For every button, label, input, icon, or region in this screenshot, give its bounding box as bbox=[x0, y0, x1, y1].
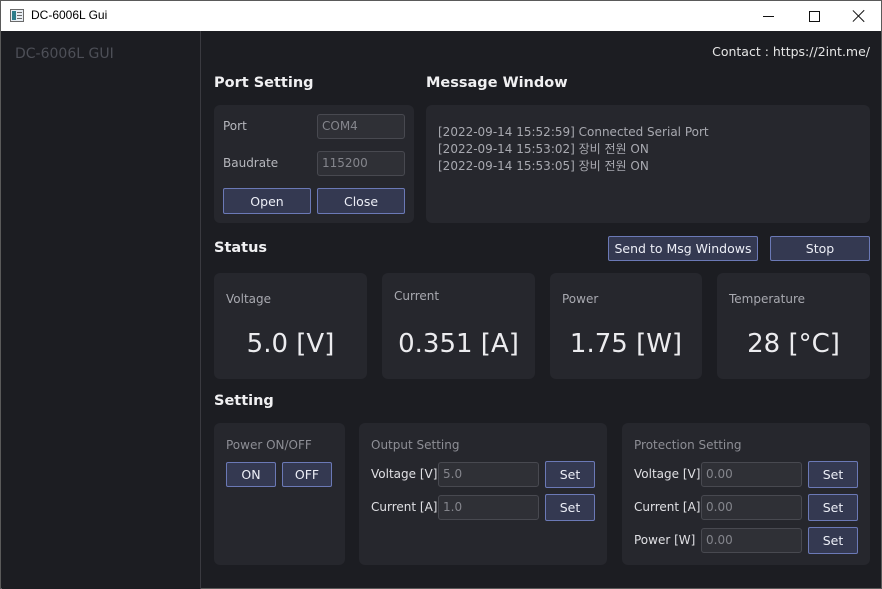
output-current-set-button[interactable]: Set bbox=[545, 494, 595, 521]
current-status-card: Current 0.351 [A] bbox=[382, 273, 535, 379]
send-to-msg-button[interactable]: Send to Msg Windows bbox=[608, 236, 758, 261]
power-status-value: 1.75 [W] bbox=[569, 329, 683, 359]
port-label: Port bbox=[223, 119, 247, 133]
protection-setting-title: Protection Setting bbox=[634, 438, 742, 452]
output-setting-title: Output Setting bbox=[371, 438, 460, 452]
protection-voltage-label: Voltage [V] bbox=[634, 467, 701, 481]
voltage-status-card: Voltage 5.0 [V] bbox=[214, 273, 367, 379]
title-bar: DC-6006L Gui bbox=[1, 1, 881, 31]
temperature-status-card: Temperature 28 [°C] bbox=[717, 273, 870, 379]
voltage-status-label: Voltage bbox=[226, 292, 272, 306]
power-onoff-title: Power ON/OFF bbox=[226, 438, 312, 452]
minimize-button[interactable] bbox=[745, 1, 791, 31]
current-status-label: Current bbox=[394, 289, 440, 303]
window-title: DC-6006L Gui bbox=[31, 8, 108, 22]
close-port-button[interactable]: Close bbox=[317, 188, 405, 214]
temperature-status-label: Temperature bbox=[729, 292, 806, 306]
message-log: [2022-09-14 15:52:59] Connected Serial P… bbox=[438, 124, 709, 175]
message-line: [2022-09-14 15:53:05] 장비 전원 ON bbox=[438, 159, 649, 173]
power-status-card: Power 1.75 [W] bbox=[550, 273, 702, 379]
protection-power-set-button[interactable]: Set bbox=[808, 527, 858, 554]
minimize-icon bbox=[762, 15, 774, 17]
app-window: DC-6006L Gui DC-6006L GUI Contact : http… bbox=[0, 0, 882, 589]
output-current-label: Current [A] bbox=[371, 500, 438, 514]
protection-voltage-set-button[interactable]: Set bbox=[808, 461, 858, 488]
contact-link[interactable]: Contact : https://2int.me/ bbox=[712, 44, 870, 59]
message-window-panel: [2022-09-14 15:52:59] Connected Serial P… bbox=[426, 105, 870, 223]
power-on-button[interactable]: ON bbox=[226, 462, 276, 487]
close-window-button[interactable] bbox=[836, 1, 882, 31]
sidebar-brand: DC-6006L GUI bbox=[15, 46, 114, 62]
protection-current-input[interactable]: 0.00 bbox=[701, 495, 802, 520]
status-title: Status bbox=[214, 240, 268, 256]
protection-current-set-button[interactable]: Set bbox=[808, 494, 858, 521]
current-status-value: 0.351 [A] bbox=[398, 329, 519, 359]
port-setting-title: Port Setting bbox=[214, 75, 314, 91]
baudrate-field[interactable]: 115200 bbox=[317, 151, 405, 176]
message-window-title: Message Window bbox=[426, 75, 568, 91]
open-port-button[interactable]: Open bbox=[223, 188, 311, 214]
output-voltage-label: Voltage [V] bbox=[371, 467, 438, 481]
message-line: [2022-09-14 15:52:59] Connected Serial P… bbox=[438, 125, 709, 139]
voltage-status-value: 5.0 [V] bbox=[246, 329, 335, 359]
port-setting-panel: Port COM4 Baudrate 115200 Open Close bbox=[214, 105, 414, 223]
power-off-button[interactable]: OFF bbox=[282, 462, 332, 487]
output-voltage-input[interactable]: 5.0 bbox=[438, 462, 539, 487]
temperature-status-value: 28 [°C] bbox=[747, 329, 840, 359]
protection-power-input[interactable]: 0.00 bbox=[701, 528, 802, 553]
baudrate-label: Baudrate bbox=[223, 156, 279, 170]
power-status-label: Power bbox=[562, 292, 599, 306]
port-field[interactable]: COM4 bbox=[317, 114, 405, 139]
protection-voltage-input[interactable]: 0.00 bbox=[701, 462, 802, 487]
main-content: Contact : https://2int.me/ Port Setting … bbox=[202, 31, 882, 589]
stop-button[interactable]: Stop bbox=[770, 236, 870, 261]
close-icon bbox=[852, 9, 866, 23]
output-setting-panel: Output Setting Voltage [V] 5.0 Set Curre… bbox=[359, 423, 607, 565]
protection-power-label: Power [W] bbox=[634, 533, 696, 547]
power-onoff-panel: Power ON/OFF ON OFF bbox=[214, 423, 345, 565]
output-voltage-set-button[interactable]: Set bbox=[545, 461, 595, 488]
app-icon bbox=[10, 9, 24, 22]
sidebar: DC-6006L GUI bbox=[2, 31, 201, 589]
maximize-button[interactable] bbox=[791, 1, 837, 31]
protection-current-label: Current [A] bbox=[634, 500, 701, 514]
protection-setting-panel: Protection Setting Voltage [V] 0.00 Set … bbox=[622, 423, 870, 565]
output-current-input[interactable]: 1.0 bbox=[438, 495, 539, 520]
maximize-icon bbox=[808, 10, 820, 22]
setting-title: Setting bbox=[214, 393, 274, 409]
message-line: [2022-09-14 15:53:02] 장비 전원 ON bbox=[438, 142, 649, 156]
